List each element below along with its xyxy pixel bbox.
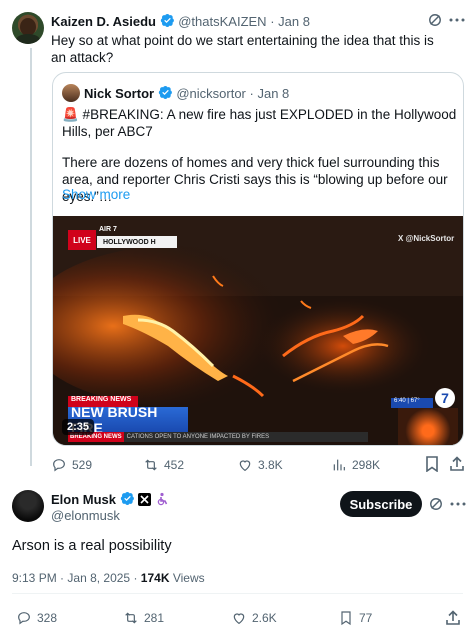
reply-icon (53, 459, 65, 472)
separator-dot: · (60, 571, 65, 585)
avatar[interactable] (12, 490, 44, 522)
thread-line (30, 48, 32, 466)
show-more-link[interactable]: Show more (62, 187, 130, 202)
share-button[interactable] (445, 610, 461, 626)
inset-picture (398, 408, 458, 445)
quote-handle[interactable]: @nicksortor (176, 86, 246, 101)
subscribe-button[interactable]: Subscribe (340, 491, 422, 517)
reply-icon (18, 612, 30, 625)
live-badge: LIVE (68, 230, 96, 250)
views-label: Views (172, 571, 205, 585)
video-duration: 2:35 (62, 419, 95, 435)
air7-label: AIR 7 (99, 226, 117, 233)
tweet-date[interactable]: Jan 8, 2025 (67, 571, 130, 585)
grok-icon[interactable] (427, 12, 443, 28)
main-tweet[interactable]: Elon Musk @elonmusk Subscribe Arson is a… (0, 478, 475, 635)
quoted-tweet[interactable]: Nick Sortor @nicksortor · Jan 8 🚨 #BREAK… (52, 72, 464, 446)
author-name[interactable]: Elon Musk (51, 492, 116, 507)
tweet-text: Hey so at what point do we start enterta… (51, 33, 434, 65)
separator-dot: · (270, 14, 275, 29)
tweet-text: Arson is a real possibility (12, 538, 172, 554)
tweet-time[interactable]: 9:13 PM (12, 571, 57, 585)
x-affiliate-icon[interactable] (138, 493, 152, 506)
ticker-bar: BREAKING NEWS CATIONS OPEN TO ANYONE IMP… (68, 432, 368, 442)
more-icon[interactable] (448, 12, 466, 28)
avatar[interactable] (12, 12, 44, 44)
retweet-button[interactable]: 452 (143, 457, 184, 473)
author-handle[interactable]: @elonmusk (51, 508, 120, 523)
views-count[interactable]: 174K (141, 571, 170, 585)
quote-text-line1: 🚨 #BREAKING: A new fire has just EXPLODE… (62, 107, 457, 139)
divider (12, 593, 463, 594)
quote-date[interactable]: Jan 8 (257, 86, 289, 101)
like-button[interactable]: 2.6K (231, 610, 277, 626)
views-button[interactable]: 298K (331, 457, 380, 473)
bookmark-button[interactable]: 77 (338, 610, 372, 626)
abc7-logo: 7 (435, 388, 455, 408)
more-icon[interactable] (449, 496, 467, 512)
source-watermark: X @NickSortor (398, 234, 455, 243)
heart-icon (233, 613, 245, 625)
share-button[interactable] (449, 456, 465, 472)
retweet-icon (125, 612, 137, 624)
like-button[interactable]: 3.8K (237, 457, 283, 473)
author-handle[interactable]: @thatsKAIZEN (178, 14, 266, 29)
analytics-icon (333, 459, 345, 471)
author-name[interactable]: Kaizen D. Asiedu (51, 14, 156, 29)
heart-icon (239, 460, 251, 472)
location-bar: HOLLYWOOD H (97, 236, 177, 248)
verified-badge-icon (158, 85, 172, 100)
video-player[interactable]: LIVE AIR 7 HOLLYWOOD H X @NickSortor BRE… (53, 216, 463, 445)
grok-icon[interactable] (428, 496, 444, 512)
quote-author-name[interactable]: Nick Sortor (84, 86, 154, 101)
quote-avatar[interactable] (62, 84, 80, 102)
time-weather-tag: 6:40 | 67° (391, 398, 433, 408)
bookmark-button[interactable] (424, 456, 440, 472)
wheelchair-emoji-icon (155, 492, 169, 509)
reply-button[interactable]: 328 (16, 610, 57, 626)
tweet-date[interactable]: Jan 8 (278, 14, 310, 29)
reply-button[interactable]: 529 (51, 457, 92, 473)
reply-tweet[interactable]: Kaizen D. Asiedu @thatsKAIZEN · Jan 8 He… (0, 0, 475, 473)
retweet-icon (145, 459, 157, 471)
retweet-button[interactable]: 281 (123, 610, 164, 626)
verified-badge-icon (160, 13, 174, 28)
bookmark-icon (341, 611, 351, 626)
verified-badge-icon (120, 491, 134, 506)
separator-dot: · (133, 571, 138, 585)
separator-dot: · (249, 86, 254, 101)
